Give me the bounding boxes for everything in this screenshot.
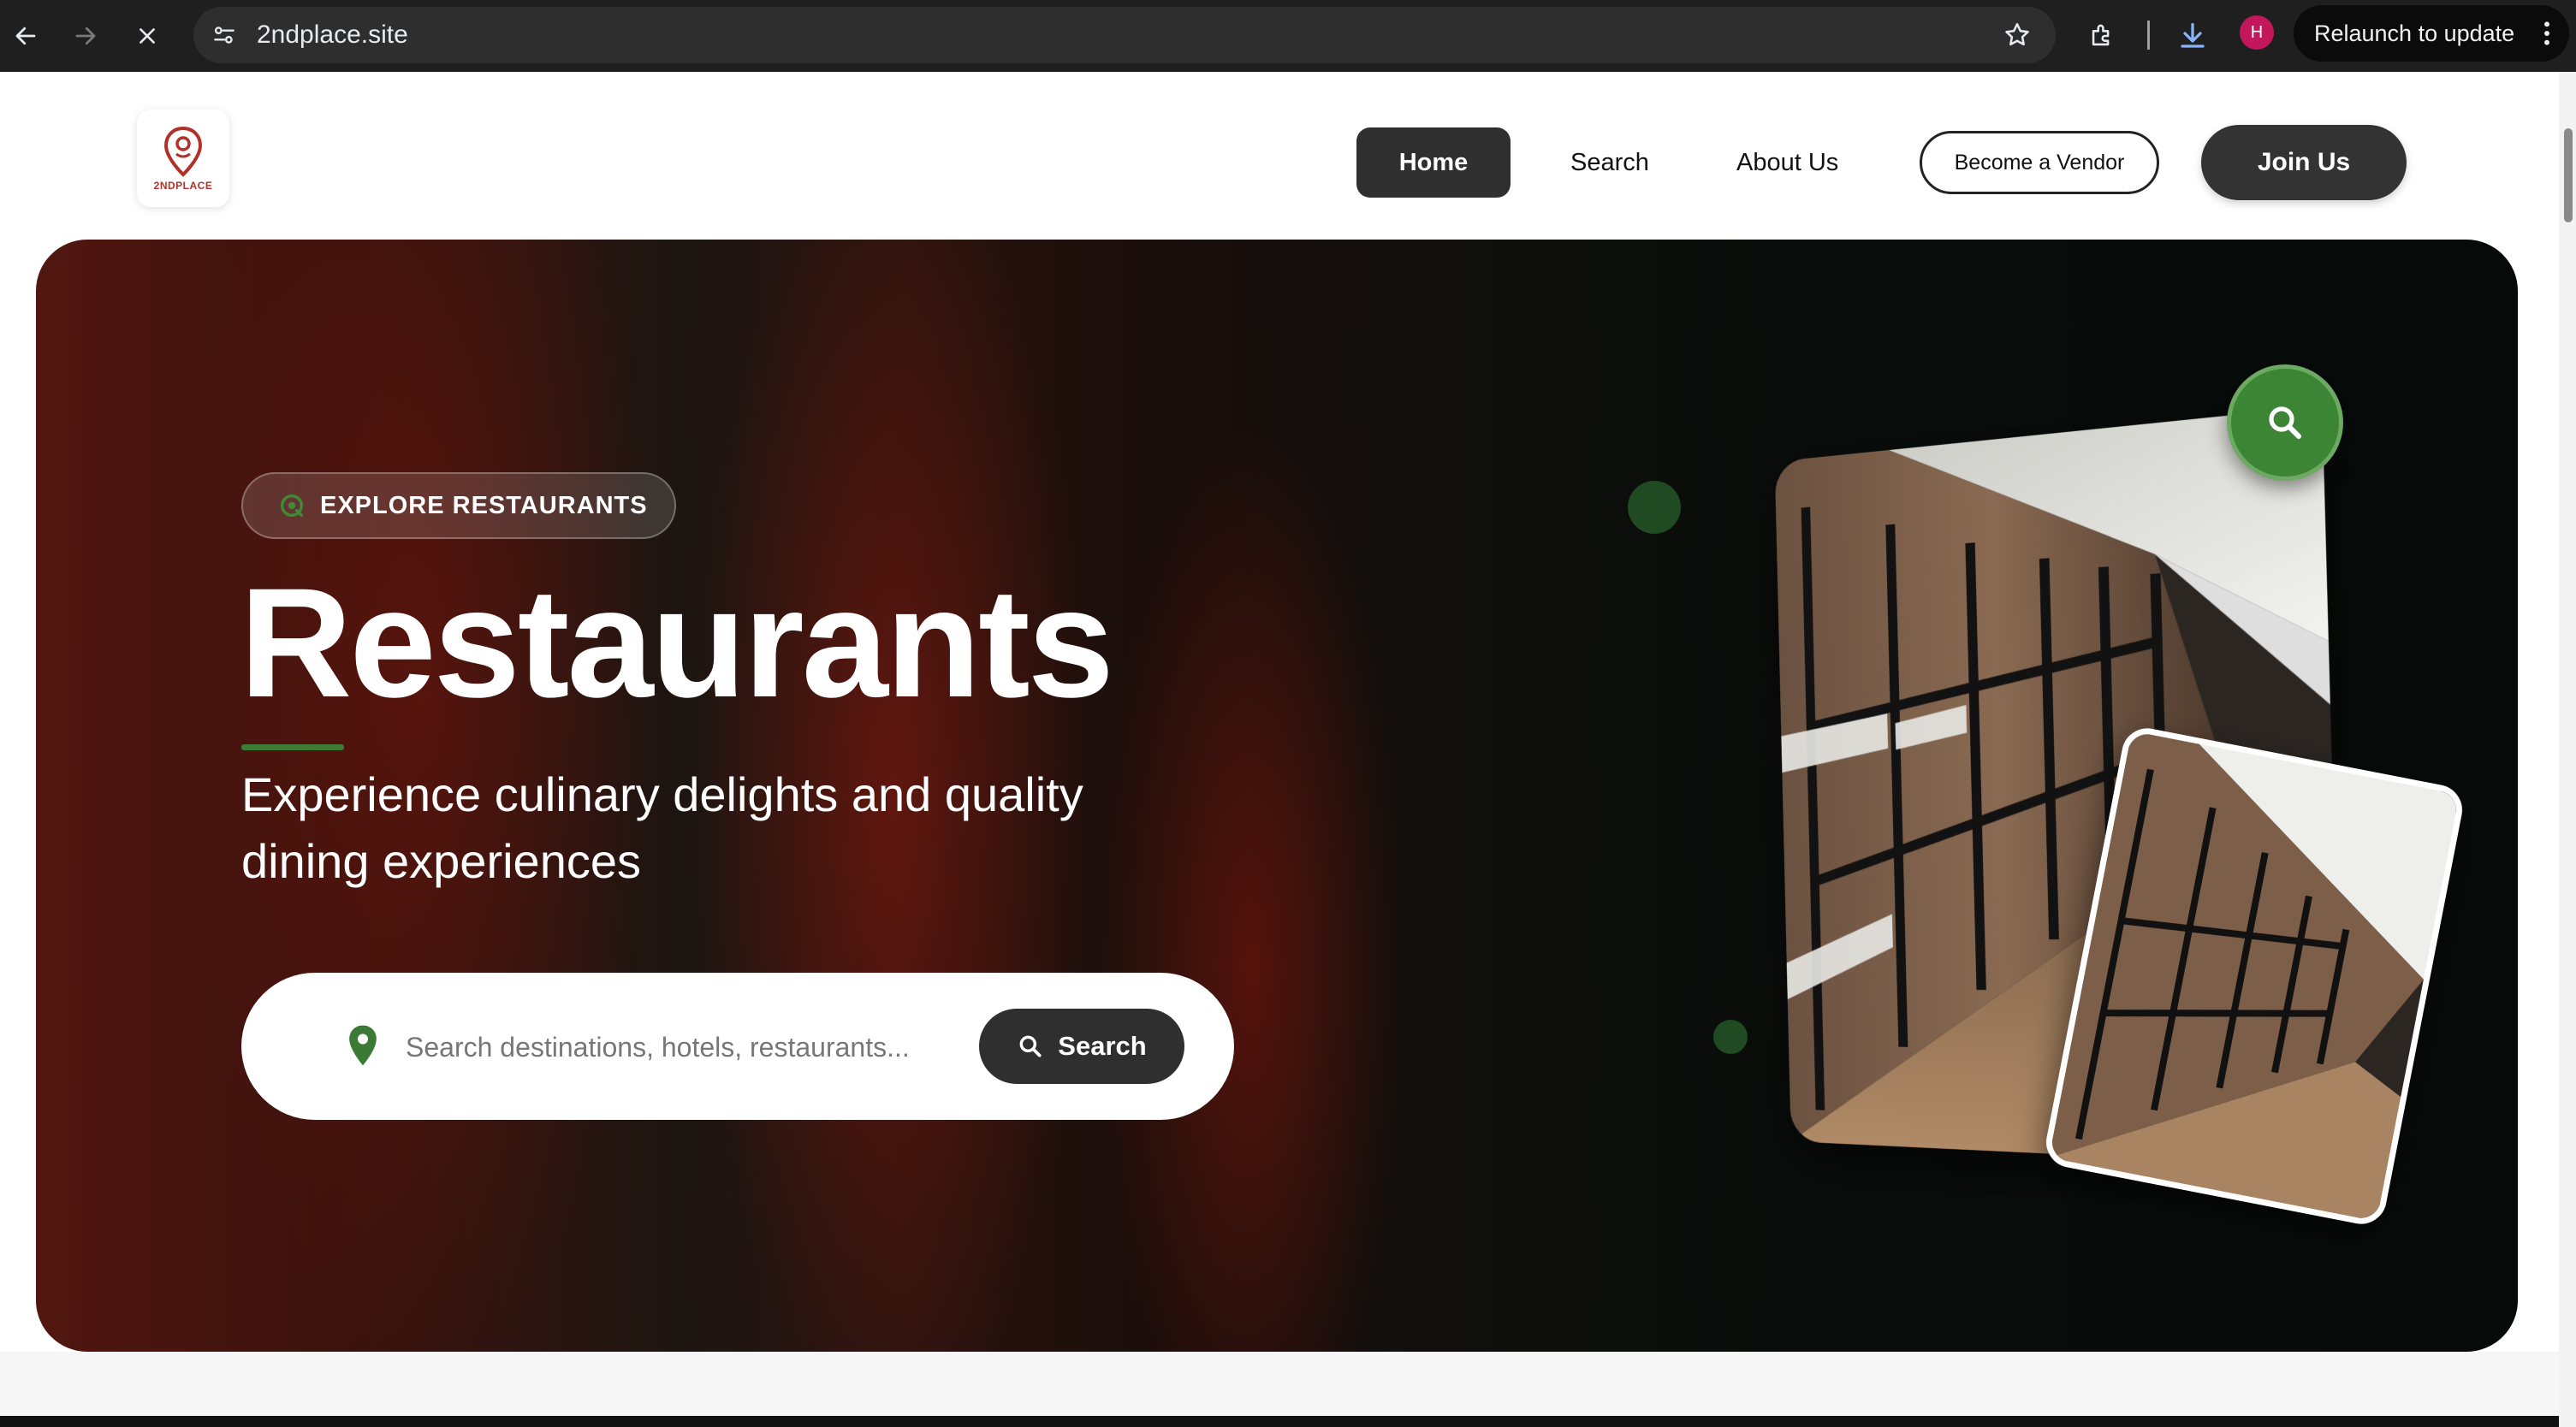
profile-avatar[interactable]: H <box>2240 15 2274 50</box>
compass-icon <box>277 491 306 520</box>
nav-about-link[interactable]: About Us <box>1736 127 1838 198</box>
search-icon <box>1019 1035 1042 1057</box>
scrollbar-thumb[interactable] <box>2564 128 2573 222</box>
relaunch-label: Relaunch to update <box>2314 20 2515 46</box>
logo-pin-icon <box>163 126 203 177</box>
hero-search-bar: Search <box>241 973 1234 1120</box>
site-settings-icon[interactable] <box>211 21 238 53</box>
search-submit-button[interactable]: Search <box>979 1009 1184 1084</box>
extensions-icon[interactable] <box>2078 12 2126 60</box>
hero-section: EXPLORE RESTAURANTS Restaurants Experien… <box>36 240 2518 1352</box>
site-header: 2NDPLACE Home Search About Us Become a V… <box>0 72 2559 240</box>
bookmark-star-icon[interactable] <box>2003 21 2032 54</box>
address-bar[interactable]: 2ndplace.site <box>193 7 2056 63</box>
floating-search-button[interactable] <box>2227 364 2343 481</box>
url-text[interactable]: 2ndplace.site <box>257 7 408 63</box>
stop-loading-icon[interactable] <box>123 12 171 60</box>
browser-toolbar: 2ndplace.site H Relaunch to update <box>0 0 2576 72</box>
decorative-dot <box>1628 481 1681 534</box>
hero-title: Restaurants <box>240 555 1114 730</box>
badge-label: EXPLORE RESTAURANTS <box>320 491 648 519</box>
relaunch-to-update-button[interactable]: Relaunch to update <box>2294 5 2569 62</box>
explore-badge: EXPLORE RESTAURANTS <box>241 472 676 539</box>
hero-subtitle: Experience culinary delights and quality… <box>241 767 1083 888</box>
join-us-button[interactable]: Join Us <box>2201 125 2407 200</box>
location-pin-icon <box>346 1024 380 1071</box>
download-icon[interactable] <box>2169 12 2217 60</box>
search-button-label: Search <box>1058 1031 1147 1061</box>
decorative-dot <box>1713 1020 1748 1054</box>
site-logo[interactable]: 2NDPLACE <box>137 110 229 207</box>
forward-icon[interactable] <box>62 12 110 60</box>
search-icon <box>2269 406 2301 439</box>
title-underline <box>241 744 344 750</box>
search-input[interactable] <box>404 1015 938 1079</box>
page-bottom-edge <box>0 1416 2559 1427</box>
back-icon[interactable] <box>2 12 50 60</box>
page-scrollbar[interactable] <box>2559 72 2576 1427</box>
toolbar-divider <box>2147 21 2150 50</box>
become-vendor-button[interactable]: Become a Vendor <box>1920 131 2159 194</box>
logo-text: 2NDPLACE <box>153 180 213 192</box>
more-menu-icon[interactable] <box>2542 20 2552 53</box>
nav-search-link[interactable]: Search <box>1570 127 1649 198</box>
nav-home-button[interactable]: Home <box>1356 127 1511 198</box>
